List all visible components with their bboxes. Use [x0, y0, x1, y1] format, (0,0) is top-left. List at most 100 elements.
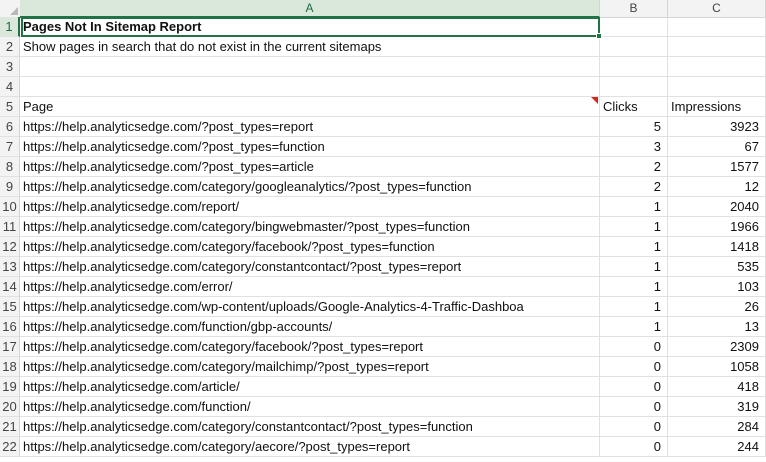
cell-page[interactable]: https://help.analyticsedge.com/category/…: [20, 177, 600, 197]
sheet-row: https://help.analyticsedge.com/wp-conten…: [20, 297, 766, 317]
cell-page[interactable]: [20, 77, 600, 97]
cell-page[interactable]: https://help.analyticsedge.com/?post_typ…: [20, 117, 600, 137]
cell-page[interactable]: https://help.analyticsedge.com/category/…: [20, 437, 600, 457]
cell-clicks[interactable]: 1: [600, 237, 668, 257]
cell-page[interactable]: Show pages in search that do not exist i…: [20, 37, 600, 57]
cell-page[interactable]: https://help.analyticsedge.com/error/: [20, 277, 600, 297]
row-header[interactable]: 16: [0, 317, 20, 337]
cell-page[interactable]: https://help.analyticsedge.com/wp-conten…: [20, 297, 600, 317]
cell-clicks[interactable]: 1: [600, 317, 668, 337]
row-header[interactable]: 21: [0, 417, 20, 437]
cell-clicks[interactable]: [600, 37, 668, 57]
header-cell-impressions[interactable]: Impressions: [668, 97, 766, 117]
row-header[interactable]: 7: [0, 137, 20, 157]
cell-clicks[interactable]: 0: [600, 377, 668, 397]
header-cell-clicks[interactable]: Clicks: [600, 97, 668, 117]
column-header-c[interactable]: C: [668, 0, 766, 17]
column-header-a[interactable]: A: [20, 0, 600, 18]
cell-page[interactable]: https://help.analyticsedge.com/category/…: [20, 357, 600, 377]
cell-clicks[interactable]: 0: [600, 337, 668, 357]
cell-impressions[interactable]: 12: [668, 177, 766, 197]
cell-clicks[interactable]: 1: [600, 217, 668, 237]
cell-impressions[interactable]: [668, 37, 766, 57]
cell-impressions[interactable]: 3923: [668, 117, 766, 137]
row-header[interactable]: 15: [0, 297, 20, 317]
cell-impressions[interactable]: 319: [668, 397, 766, 417]
row-header[interactable]: 20: [0, 397, 20, 417]
cell-impressions[interactable]: 418: [668, 377, 766, 397]
cell-page[interactable]: https://help.analyticsedge.com/category/…: [20, 237, 600, 257]
cell-clicks[interactable]: 0: [600, 437, 668, 457]
cell-clicks[interactable]: 2: [600, 157, 668, 177]
cell-impressions[interactable]: 244: [668, 437, 766, 457]
header-cell-page[interactable]: Page: [20, 97, 600, 117]
cell-clicks[interactable]: 1: [600, 257, 668, 277]
cell-page[interactable]: https://help.analyticsedge.com/report/: [20, 197, 600, 217]
row-header[interactable]: 13: [0, 257, 20, 277]
fill-handle[interactable]: [596, 33, 602, 39]
cell-impressions[interactable]: 26: [668, 297, 766, 317]
cell-page[interactable]: https://help.analyticsedge.com/category/…: [20, 257, 600, 277]
cell-page[interactable]: [20, 57, 600, 77]
cell-clicks[interactable]: 1: [600, 277, 668, 297]
row-header[interactable]: 6: [0, 117, 20, 137]
cell-clicks[interactable]: [600, 57, 668, 77]
row-header[interactable]: 17: [0, 337, 20, 357]
cell-impressions[interactable]: 67: [668, 137, 766, 157]
cell-clicks[interactable]: 1: [600, 197, 668, 217]
cell-impressions[interactable]: 1418: [668, 237, 766, 257]
cell-clicks[interactable]: 5: [600, 117, 668, 137]
cell-impressions[interactable]: 13: [668, 317, 766, 337]
row-header[interactable]: 4: [0, 77, 20, 97]
comment-indicator-icon[interactable]: [591, 97, 598, 104]
cell-clicks[interactable]: 0: [600, 417, 668, 437]
row-header[interactable]: 11: [0, 217, 20, 237]
column-header-b[interactable]: B: [600, 0, 668, 17]
row-header[interactable]: 3: [0, 57, 20, 77]
cell-clicks[interactable]: 2: [600, 177, 668, 197]
cell-clicks[interactable]: 0: [600, 397, 668, 417]
row-header[interactable]: 12: [0, 237, 20, 257]
row-header[interactable]: 14: [0, 277, 20, 297]
row-header[interactable]: 10: [0, 197, 20, 217]
cell-page[interactable]: https://help.analyticsedge.com/category/…: [20, 217, 600, 237]
cell-clicks[interactable]: 3: [600, 137, 668, 157]
cell-impressions[interactable]: 2040: [668, 197, 766, 217]
cell-clicks[interactable]: 0: [600, 357, 668, 377]
cell-impressions[interactable]: 1058: [668, 357, 766, 377]
cell-page[interactable]: https://help.analyticsedge.com/article/: [20, 377, 600, 397]
cell-impressions[interactable]: [668, 57, 766, 77]
cell-impressions[interactable]: 1966: [668, 217, 766, 237]
row-header[interactable]: 1: [0, 17, 20, 37]
cell-impressions[interactable]: 103: [668, 277, 766, 297]
sheet-row: Page Clicks Impressions: [20, 97, 766, 117]
row-header[interactable]: 19: [0, 377, 20, 397]
cell-page[interactable]: https://help.analyticsedge.com/function/…: [20, 317, 600, 337]
cell-clicks[interactable]: [600, 77, 668, 97]
cell-page[interactable]: https://help.analyticsedge.com/function/: [20, 397, 600, 417]
cell-impressions[interactable]: 535: [668, 257, 766, 277]
row-header[interactable]: 9: [0, 177, 20, 197]
sheet-row: Show pages in search that do not exist i…: [20, 37, 766, 57]
cell-page[interactable]: https://help.analyticsedge.com/?post_typ…: [20, 157, 600, 177]
row-header[interactable]: 18: [0, 357, 20, 377]
cell-impressions[interactable]: [668, 17, 766, 37]
cell-impressions[interactable]: [668, 77, 766, 97]
row-header[interactable]: 8: [0, 157, 20, 177]
cell-clicks[interactable]: [600, 17, 668, 37]
select-all-corner[interactable]: [0, 0, 21, 17]
selected-cell-outline: [21, 17, 600, 37]
cell-impressions[interactable]: 2309: [668, 337, 766, 357]
row-header[interactable]: 2: [0, 37, 20, 57]
sheet-row: https://help.analyticsedge.com/error/1 10…: [20, 277, 766, 297]
sheet-row: https://help.analyticsedge.com/category/…: [20, 257, 766, 277]
cell-impressions[interactable]: 1577: [668, 157, 766, 177]
row-header[interactable]: 22: [0, 437, 20, 457]
row-header[interactable]: 5: [0, 97, 20, 117]
spreadsheet-grid: A B C 1 Pages Not In Sitemap Report 2 Show …: [0, 0, 766, 462]
cell-page[interactable]: https://help.analyticsedge.com/category/…: [20, 337, 600, 357]
cell-impressions[interactable]: 284: [668, 417, 766, 437]
cell-page[interactable]: https://help.analyticsedge.com/category/…: [20, 417, 600, 437]
cell-page[interactable]: https://help.analyticsedge.com/?post_typ…: [20, 137, 600, 157]
cell-clicks[interactable]: 1: [600, 297, 668, 317]
